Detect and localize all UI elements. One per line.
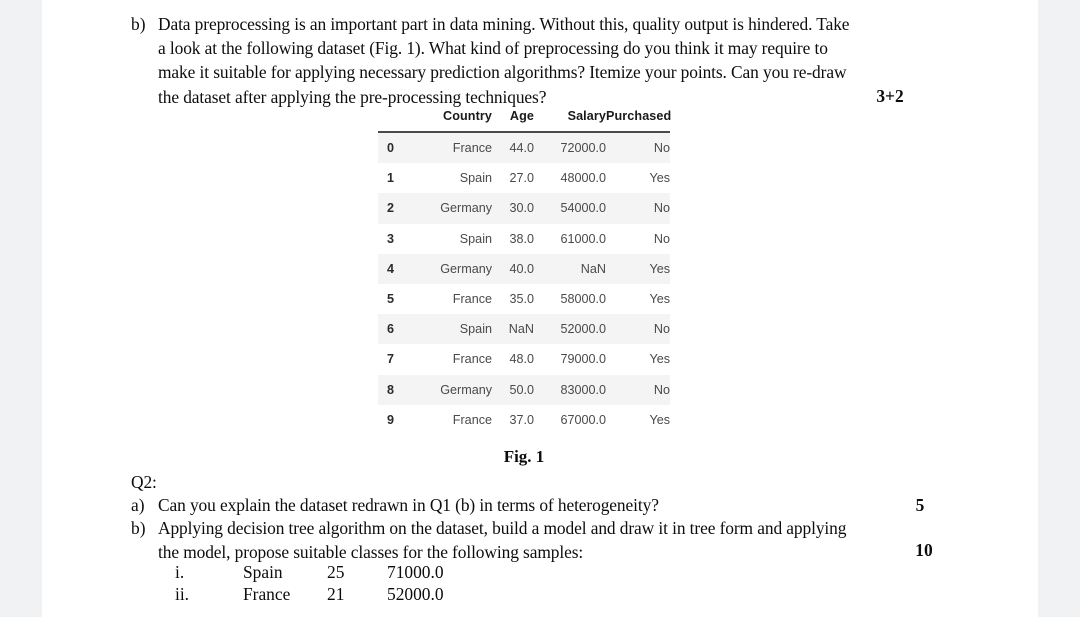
question2b-marker: b): [131, 518, 146, 538]
question1-marks: 3+2: [876, 86, 904, 106]
sample-1-age: 25: [327, 562, 345, 582]
cell-country: Germany: [440, 261, 492, 276]
cell-country: France: [452, 292, 492, 307]
table-row: 1 Spain 27.0 48000.0 Yes: [378, 163, 670, 193]
cell-purchased: Yes: [649, 352, 670, 367]
cell-purchased: Yes: [649, 292, 670, 307]
row-index: 5: [387, 292, 395, 307]
cell-purchased: No: [653, 382, 670, 397]
cell-age: 38.0: [509, 231, 534, 246]
row-index: 2: [387, 201, 395, 216]
sample-1-numeral: i.: [175, 562, 185, 582]
dataframe-header: Country Age Salary Purchased: [378, 104, 672, 132]
cell-country: Germany: [440, 382, 492, 397]
dataframe-body: 0 France 44.0 72000.0 No 1 Spain 27.0 48000.0 Yes…: [378, 132, 670, 435]
cell-age: 27.0: [509, 171, 534, 186]
cell-salary: 83000.0: [560, 382, 606, 397]
cell-salary: NaN: [580, 261, 606, 276]
cell-age: 50.0: [509, 382, 534, 397]
cell-age: 30.0: [509, 201, 534, 216]
question1-line-2: a look at the following dataset (Fig. 1)…: [158, 38, 828, 59]
cell-age: 35.0: [509, 292, 534, 307]
cell-salary: 48000.0: [560, 171, 606, 186]
table-row: 2 Germany 30.0 54000.0 No: [378, 193, 670, 224]
cell-purchased: No: [653, 141, 670, 156]
cell-country: Spain: [459, 231, 492, 246]
cell-purchased: No: [653, 201, 670, 216]
row-index: 0: [387, 141, 395, 156]
cell-purchased: No: [653, 322, 670, 337]
row-index: 1: [387, 171, 395, 186]
dataframe-index-header: [378, 104, 414, 132]
figure-caption: Fig. 1: [503, 447, 545, 466]
question2-heading: Q2:: [131, 472, 157, 492]
table-row: 7 France 48.0 79000.0 Yes: [378, 344, 670, 374]
row-index: 8: [387, 382, 395, 397]
column-header-age: Age: [509, 109, 534, 123]
cell-country: France: [452, 412, 492, 427]
column-header-country: Country: [443, 109, 492, 123]
sample-1-salary: 71000.0: [387, 562, 444, 582]
cell-purchased: Yes: [649, 171, 670, 186]
cell-purchased: No: [653, 231, 670, 246]
sample-2-numeral: ii.: [175, 584, 190, 604]
document-page: b) Data preprocessing is an important pa…: [42, 0, 1038, 617]
cell-country: France: [452, 141, 492, 156]
sample-2-salary: 52000.0: [387, 584, 444, 604]
row-index: 9: [387, 412, 395, 427]
cell-age: 40.0: [509, 261, 534, 276]
cell-salary: 72000.0: [560, 141, 606, 156]
question1-body: Data preprocessing is an important part …: [158, 12, 850, 109]
cell-purchased: Yes: [649, 261, 670, 276]
column-header-purchased: Purchased: [606, 109, 672, 123]
table-row: 0 France 44.0 72000.0 No: [378, 132, 670, 164]
sample-2-country: France: [243, 584, 291, 604]
question1-marker: b): [131, 14, 146, 34]
cell-salary: 54000.0: [560, 201, 606, 216]
row-index: 3: [387, 231, 395, 246]
cell-age: 37.0: [509, 412, 534, 427]
question1-line-3: make it suitable for applying necessary …: [158, 62, 847, 83]
column-header-salary: Salary: [567, 109, 606, 123]
table-row: 3 Spain 38.0 61000.0 No: [378, 224, 670, 254]
question2a-marker: a): [131, 495, 145, 515]
dataframe-header-row: Country Age Salary Purchased: [378, 104, 672, 132]
table-row: 9 France 37.0 67000.0 Yes: [378, 405, 670, 435]
sample-2-age: 21: [327, 584, 345, 604]
question2a-marks: 5: [915, 495, 925, 515]
cell-purchased: Yes: [649, 412, 670, 427]
question2b-marks: 10: [915, 540, 933, 560]
question2a-line-1: Can you explain the dataset redrawn in Q…: [158, 495, 659, 515]
cell-salary: 52000.0: [560, 322, 606, 337]
cell-salary: 79000.0: [560, 352, 606, 367]
table-row: 6 Spain NaN 52000.0 No: [378, 314, 670, 345]
cell-age: NaN: [508, 322, 534, 337]
cell-salary: 61000.0: [560, 231, 606, 246]
table-row: 5 France 35.0 58000.0 Yes: [378, 284, 670, 314]
cell-country: Germany: [440, 201, 492, 216]
cell-salary: 58000.0: [560, 292, 606, 307]
question2a-body: Can you explain the dataset redrawn in Q…: [158, 493, 659, 517]
dataframe-figure: Country Age Salary Purchased 0 France 44.0…: [378, 104, 672, 435]
cell-salary: 67000.0: [560, 412, 606, 427]
table-row: 8 Germany 50.0 83000.0 No: [378, 374, 670, 405]
row-index: 7: [387, 352, 395, 367]
cell-country: France: [452, 352, 492, 367]
question2b-line-1: Applying decision tree algorithm on the …: [158, 518, 847, 538]
cell-age: 44.0: [509, 141, 534, 156]
row-index: 4: [387, 261, 395, 276]
cell-age: 48.0: [509, 352, 534, 367]
cell-country: Spain: [459, 171, 492, 186]
cell-country: Spain: [459, 322, 492, 337]
dataframe-table: Country Age Salary Purchased 0 France 44.0…: [378, 104, 672, 435]
sample-1-country: Spain: [243, 562, 283, 582]
question2b-body: Applying decision tree algorithm on the …: [158, 516, 846, 564]
question1-line-1: Data preprocessing is an important part …: [158, 14, 850, 34]
table-row: 4 Germany 40.0 NaN Yes: [378, 253, 670, 284]
row-index: 6: [387, 322, 395, 337]
